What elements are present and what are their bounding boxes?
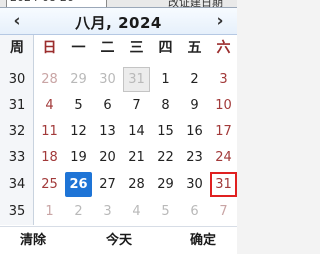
day-cell[interactable]: 24 xyxy=(209,144,238,171)
today-day-cell[interactable]: 31 xyxy=(123,67,150,92)
week-row: 35 1 2 3 4 5 6 7 xyxy=(0,198,237,225)
calendar-header: ‹ 八月, 2024 › xyxy=(0,8,237,35)
week-row: 33 18 19 20 21 22 23 24 xyxy=(0,144,237,171)
highlighted-day-cell[interactable]: 31 xyxy=(210,172,237,197)
day-cell[interactable]: 21 xyxy=(122,144,151,171)
day-cell[interactable]: 5 xyxy=(64,92,93,119)
day-cell[interactable]: 1 xyxy=(151,66,180,93)
week-number: 34 xyxy=(8,177,26,192)
day-cell[interactable]: 28 xyxy=(122,171,151,198)
week-number: 33 xyxy=(8,150,26,165)
day-cell[interactable]: 16 xyxy=(180,118,209,145)
weekday-sat: 六 xyxy=(216,40,231,56)
day-cell[interactable]: 12 xyxy=(64,118,93,145)
selected-day-cell[interactable]: 26 xyxy=(65,172,92,197)
weekday-tue: 二 xyxy=(100,40,115,56)
calendar-footer: 清除 今天 确定 xyxy=(0,226,237,254)
day-cell[interactable]: 3 xyxy=(209,66,238,93)
day-cell[interactable]: 30 xyxy=(180,171,209,198)
week-number: 35 xyxy=(8,204,26,219)
clear-button[interactable]: 清除 xyxy=(20,227,46,254)
day-cell[interactable]: 7 xyxy=(209,198,238,225)
today-button[interactable]: 今天 xyxy=(106,227,132,254)
day-cell[interactable]: 6 xyxy=(180,198,209,225)
date-picker-popup: ‹ 八月, 2024 › 周 日 一 二 三 四 五 六 30 28 29 30… xyxy=(0,7,237,254)
day-cell[interactable]: 7 xyxy=(122,92,151,119)
weekday-fri: 五 xyxy=(187,40,202,56)
day-cell[interactable]: 23 xyxy=(180,144,209,171)
day-cell[interactable]: 11 xyxy=(35,118,64,145)
week-row: 31 4 5 6 7 8 9 10 xyxy=(0,92,237,119)
weekday-mon: 一 xyxy=(71,40,86,56)
day-cell[interactable]: 2 xyxy=(180,66,209,93)
week-header: 周 xyxy=(10,40,24,56)
day-cell[interactable]: 29 xyxy=(64,66,93,93)
week-row: 34 25 26 27 28 29 30 31 xyxy=(0,171,237,198)
day-cell[interactable]: 2 xyxy=(64,198,93,225)
day-cell[interactable]: 13 xyxy=(93,118,122,145)
day-cell[interactable]: 9 xyxy=(180,92,209,119)
day-cell[interactable]: 20 xyxy=(93,144,122,171)
month-year-title[interactable]: 八月, 2024 xyxy=(0,12,237,32)
day-cell[interactable]: 29 xyxy=(151,171,180,198)
confirm-button[interactable]: 确定 xyxy=(190,227,216,254)
day-cell[interactable]: 27 xyxy=(93,171,122,198)
day-cell[interactable]: 4 xyxy=(122,198,151,225)
day-cell[interactable]: 18 xyxy=(35,144,64,171)
day-cell[interactable]: 8 xyxy=(151,92,180,119)
weekday-header-row: 周 日 一 二 三 四 五 六 xyxy=(0,35,237,62)
day-cell[interactable]: 4 xyxy=(35,92,64,119)
day-cell[interactable]: 3 xyxy=(93,198,122,225)
day-cell[interactable]: 14 xyxy=(122,118,151,145)
day-cell[interactable]: 10 xyxy=(209,92,238,119)
day-cell[interactable]: 17 xyxy=(209,118,238,145)
week-row: 30 28 29 30 31 1 2 3 xyxy=(0,66,237,93)
weekday-wed: 三 xyxy=(129,40,144,56)
day-cell[interactable]: 30 xyxy=(93,66,122,93)
day-cell[interactable]: 15 xyxy=(151,118,180,145)
week-number: 30 xyxy=(8,72,26,87)
day-cell[interactable]: 6 xyxy=(93,92,122,119)
day-cell[interactable]: 22 xyxy=(151,144,180,171)
week-row: 32 11 12 13 14 15 16 17 xyxy=(0,118,237,145)
weekday-thu: 四 xyxy=(158,40,173,56)
week-number: 32 xyxy=(8,124,26,139)
week-number: 31 xyxy=(8,98,26,113)
day-cell[interactable]: 25 xyxy=(35,171,64,198)
weekday-sun: 日 xyxy=(42,40,57,56)
day-cell[interactable]: 19 xyxy=(64,144,93,171)
day-cell[interactable]: 28 xyxy=(35,66,64,93)
day-cell[interactable]: 1 xyxy=(35,198,64,225)
day-cell[interactable]: 5 xyxy=(151,198,180,225)
next-month-button[interactable]: › xyxy=(209,9,231,33)
